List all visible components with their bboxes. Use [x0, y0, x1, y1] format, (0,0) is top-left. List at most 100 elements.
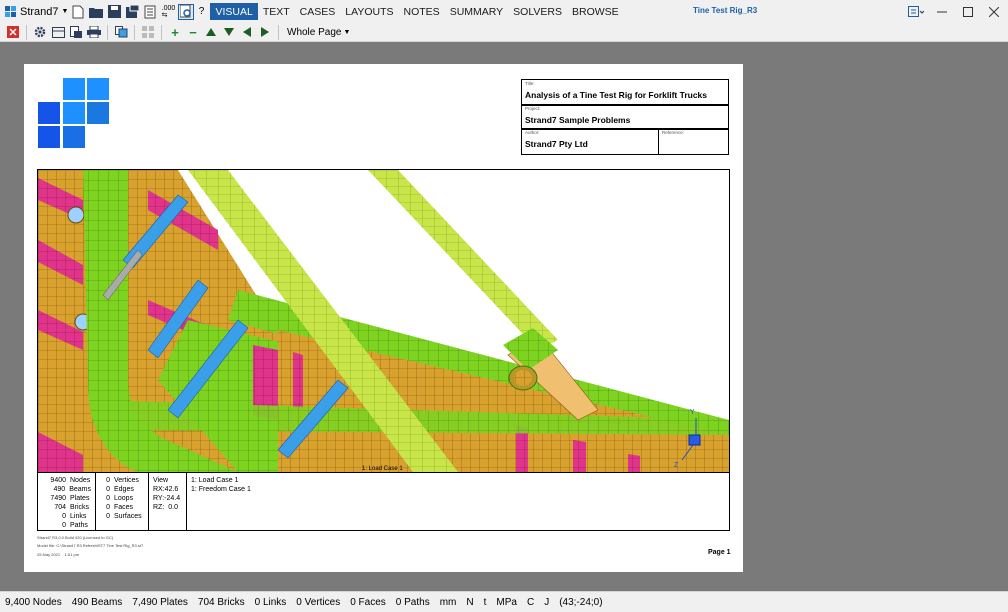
status-nodes: 9,400 Nodes: [5, 596, 62, 608]
company-logo: [38, 78, 109, 148]
reference-cell: Reference:: [658, 129, 730, 155]
app-menu[interactable]: Strand7 ▼: [0, 0, 68, 23]
case-item: 1: Freedom Case 1: [191, 486, 251, 493]
open-folder-icon[interactable]: [88, 4, 104, 20]
stat-row: 0 Surfaces: [106, 513, 142, 520]
print-preview-icon[interactable]: [178, 3, 195, 20]
model-summary-table: 9400 Nodes 490 Beams 7490 Plates 704 Bricks …: [37, 472, 730, 531]
menu-notes[interactable]: NOTES: [399, 3, 445, 20]
view-angles: View RX: 42.6 RY: -24.4 RZ: 0.0: [149, 473, 187, 530]
stat-row: RY: -24.4: [153, 495, 181, 502]
case-list: 1: Load Case 1 1: Freedom Case 1: [187, 473, 255, 530]
status-plates: 7,490 Plates: [132, 596, 188, 608]
stat-row: 0 Edges: [106, 486, 134, 493]
menu-text[interactable]: TEXT: [258, 3, 295, 20]
number-format-icon[interactable]: .000 ⇆: [160, 4, 176, 20]
minimize-icon[interactable]: [932, 2, 952, 22]
chevron-down-icon: ▼: [61, 8, 69, 15]
menu-bar: Strand7 ▼ .000 ⇆ ? VISUAL TEXT CASES LAYO…: [0, 0, 1008, 23]
save-as-icon[interactable]: [124, 4, 140, 20]
footer-date: 25 May 2021: [37, 552, 61, 557]
footer-time: 1:51 pm: [64, 552, 80, 557]
arrow-right-icon[interactable]: [256, 24, 274, 41]
arrow-up-icon[interactable]: [202, 24, 220, 41]
author-caption: Author:: [525, 130, 540, 135]
status-vertices: 0 Vertices: [296, 596, 341, 608]
unit-length[interactable]: mm: [435, 597, 462, 608]
page-number: Page 1: [708, 549, 731, 556]
chevron-down-icon: ▼: [343, 28, 351, 36]
zoom-select[interactable]: Whole Page ▼: [283, 27, 354, 38]
unit-energy[interactable]: J: [539, 597, 554, 608]
stat-row: 9400 Nodes: [50, 477, 91, 484]
strand7-logo-icon: [5, 5, 16, 17]
title-block-project: Project: Strand7 Sample Problems: [521, 104, 729, 130]
unit-force[interactable]: N: [461, 597, 478, 608]
unit-temperature[interactable]: C: [522, 597, 539, 608]
z-axis-label: Z: [674, 462, 679, 469]
title-value: Analysis of a Tine Test Rig for Forklift…: [525, 90, 708, 100]
gear-icon[interactable]: [31, 24, 49, 41]
geometry-counts: 0 Vertices 0 Edges 0 Loops 0 Faces 0 Surfaces: [96, 473, 149, 530]
menu-solvers[interactable]: SOLVERS: [508, 3, 567, 20]
app-name: Strand7: [20, 5, 59, 18]
triad-cube: [688, 434, 701, 446]
print-page: Title: Analysis of a Tine Test Rig for F…: [24, 64, 743, 572]
entity-counts: 9400 Nodes 490 Beams 7490 Plates 704 Bricks …: [38, 473, 96, 530]
menu-browse[interactable]: BROWSE: [567, 3, 624, 20]
menu-cases[interactable]: CASES: [295, 3, 341, 20]
footer-file: Model file: C:\Strand7 R3 Refresh\ST7 Ti…: [37, 543, 144, 548]
reference-caption: Reference:: [662, 130, 685, 135]
layout-switch-icon[interactable]: [906, 2, 926, 22]
help-icon[interactable]: ?: [196, 4, 206, 20]
menu-layouts[interactable]: LAYOUTS: [340, 3, 398, 20]
model-viewport[interactable]: Y Z 1: Load Case 1: [37, 169, 730, 473]
print-toolbar: + − Whole Page ▼: [0, 23, 1008, 42]
window-controls: [900, 0, 1008, 23]
toolbar-separator: [107, 24, 108, 40]
zoom-select-value: Whole Page: [287, 26, 342, 38]
unit-stress[interactable]: MPa: [491, 597, 522, 608]
case-item: 1: Load Case 1: [191, 477, 239, 484]
toolbar-separator: [278, 24, 279, 40]
zoom-out-icon[interactable]: −: [184, 24, 202, 41]
menu-summary[interactable]: SUMMARY: [445, 3, 508, 20]
status-view-angles: (43;-24;0): [559, 596, 603, 608]
zoom-in-icon[interactable]: +: [166, 24, 184, 41]
arrow-left-icon[interactable]: [238, 24, 256, 41]
menu-visual[interactable]: VISUAL: [210, 3, 258, 20]
author-value: Strand7 Pty Ltd: [525, 139, 588, 149]
status-bar: 9,400 Nodes 490 Beams 7,490 Plates 704 B…: [0, 591, 1008, 612]
document-icon[interactable]: [142, 4, 158, 20]
stat-row: RZ: 0.0: [153, 504, 178, 511]
maximize-icon[interactable]: [958, 2, 978, 22]
preview-canvas[interactable]: Title: Analysis of a Tine Test Rig for F…: [0, 42, 1008, 591]
close-icon[interactable]: [984, 2, 1004, 22]
footer-datetime: 25 May 2021 1:51 pm: [37, 552, 79, 557]
stat-row: 0 Paths: [62, 522, 88, 529]
page-setup-icon[interactable]: [67, 24, 85, 41]
printer-icon[interactable]: [85, 24, 103, 41]
stat-row: RX: 42.6: [153, 486, 179, 493]
page-layout-icon[interactable]: [49, 24, 67, 41]
title-caption: Title:: [525, 81, 535, 86]
toolbar-separator: [26, 24, 27, 40]
project-caption: Project:: [525, 106, 541, 111]
title-block-title: Title: Analysis of a Tine Test Rig for F…: [521, 79, 729, 106]
y-axis-label: Y: [690, 409, 695, 416]
arrow-down-icon[interactable]: [220, 24, 238, 41]
save-icon[interactable]: [106, 4, 122, 20]
status-faces: 0 Faces: [350, 596, 386, 608]
new-file-icon[interactable]: [70, 4, 86, 20]
status-links: 0 Links: [254, 596, 287, 608]
title-block-author: Author: Strand7 Pty Ltd Reference:: [521, 128, 729, 155]
unit-mass[interactable]: t: [479, 597, 492, 608]
close-preview-icon[interactable]: [4, 24, 22, 41]
toolbar-separator: [134, 24, 135, 40]
stat-row: 704 Bricks: [54, 504, 90, 511]
copy-icon[interactable]: [112, 24, 130, 41]
grid-icon[interactable]: [139, 24, 157, 41]
model-render: Y Z 1: Load Case 1: [38, 170, 729, 472]
status-beams: 490 Beams: [71, 596, 123, 608]
stat-row: 0 Faces: [106, 504, 134, 511]
